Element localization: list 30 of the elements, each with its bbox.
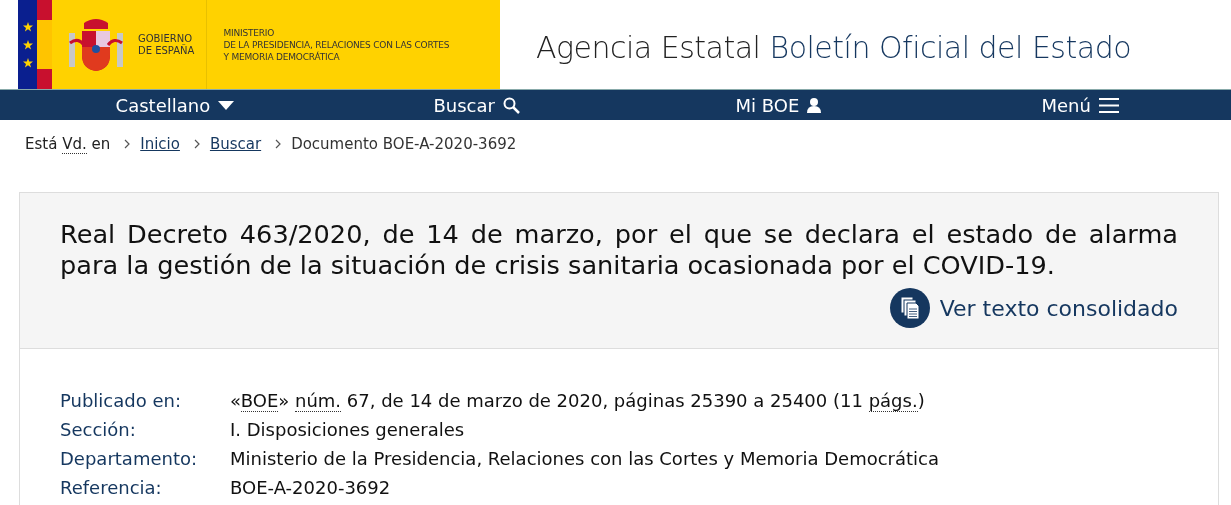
field-label: Referencia:: [60, 476, 163, 500]
flag-icon: [18, 0, 52, 89]
breadcrumb-label: Está Vd. en: [25, 135, 111, 153]
chevron-icon: [124, 139, 131, 149]
caret-icon: [218, 100, 235, 110]
field-label: Publicado en:: [60, 389, 182, 413]
search-icon: [502, 96, 520, 114]
consolidated-text-link[interactable]: Ver texto consolidado: [889, 288, 1178, 328]
breadcrumb-link[interactable]: Buscar: [209, 135, 262, 153]
ministry-name: MINISTERIO DE LA PRESIDENCIA, RELACIONES CON LAS CORTES Y MEMORIA DEMOCRÁTICA: [223, 26, 450, 63]
chevron-icon: [193, 139, 200, 149]
breadcrumb-link[interactable]: Inicio: [140, 135, 180, 153]
nav-language-link[interactable]: Castellano: [115, 94, 235, 116]
document-title: Real Decreto 463/2020, de 14 de marzo, por el que se declara el estado de alarma para la gestión de la situación de crisis sanitaria ocasionada por el COVID-19.: [60, 219, 1178, 281]
user-icon: [807, 97, 822, 113]
field-label: Departamento:: [60, 447, 199, 471]
site-title[interactable]: Agencia Estatal Boletín Oficial del Estado: [536, 24, 1132, 65]
government-logo[interactable]: GOBIERNO DE ESPAÑA MINISTERIO DE LA PRESIDENCIA, RELACIONES CON LAS CORTES Y MEMORIA DEMOCRÁTICA: [18, 0, 500, 89]
field-value: BOE-A-2020-3692: [230, 476, 392, 500]
field-value: «BOE» núm. 67, de 14 de marzo de 2020, páginas 25390 a 25400 (11 págs.): [230, 389, 926, 413]
field-label: Sección:: [60, 418, 137, 442]
nav-search-link[interactable]: Buscar: [433, 94, 520, 116]
field-value: Ministerio de la Presidencia, Relaciones con las Cortes y Memoria Democrática: [230, 447, 940, 471]
documents-icon: [889, 288, 930, 328]
menu-icon: [1098, 97, 1119, 113]
nav-account-link[interactable]: Mi BOE: [735, 94, 822, 116]
breadcrumb-current: Documento BOE-A-2020-3692: [291, 135, 517, 153]
field-value: I. Disposiciones generales: [230, 418, 466, 442]
chevron-icon: [275, 139, 282, 149]
nav-menu-link[interactable]: Menú: [1041, 94, 1119, 116]
